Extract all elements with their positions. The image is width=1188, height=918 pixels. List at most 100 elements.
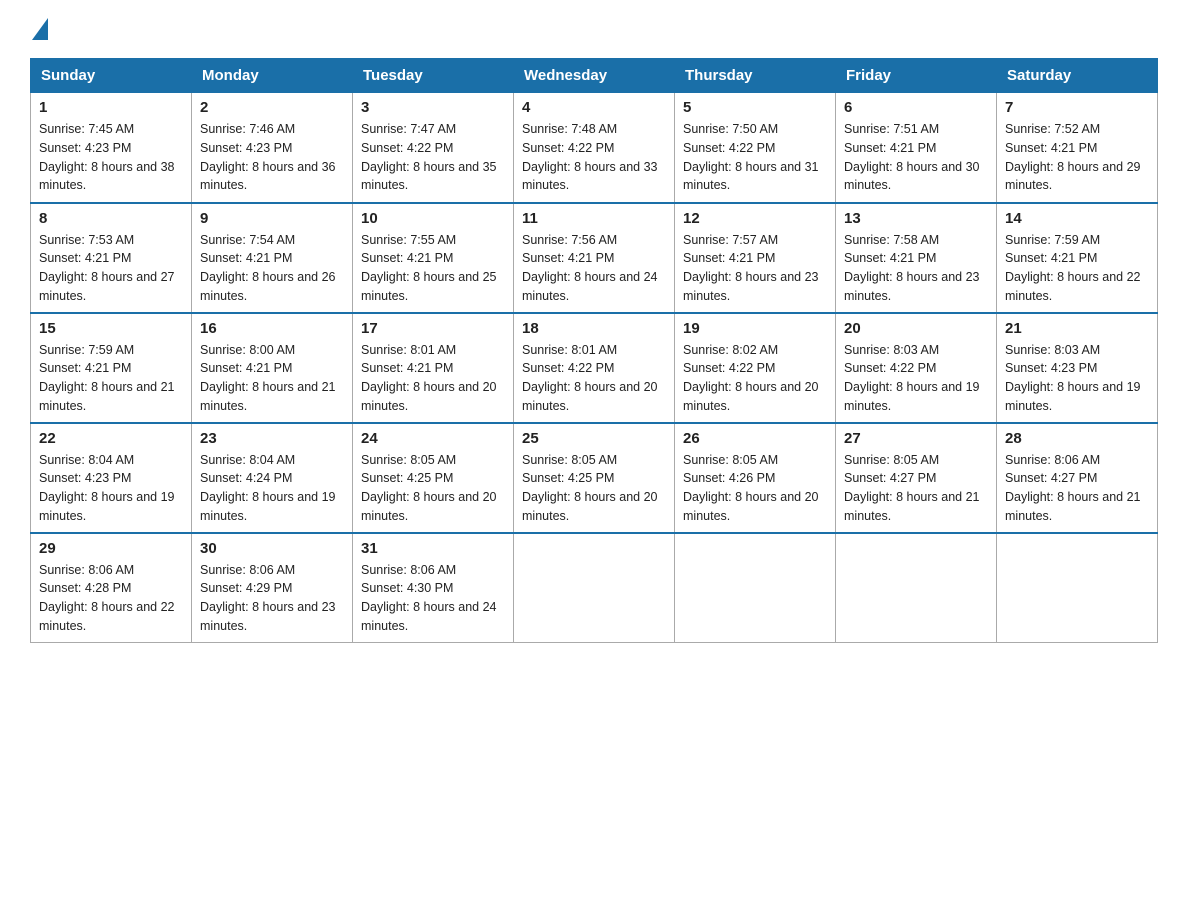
calendar-cell: 9 Sunrise: 7:54 AMSunset: 4:21 PMDayligh… [192,203,353,313]
day-number: 10 [361,210,505,227]
calendar-cell: 1 Sunrise: 7:45 AMSunset: 4:23 PMDayligh… [31,93,192,203]
day-info: Sunrise: 8:01 AMSunset: 4:22 PMDaylight:… [522,343,658,413]
calendar-cell: 12 Sunrise: 7:57 AMSunset: 4:21 PMDaylig… [675,203,836,313]
calendar-cell: 4 Sunrise: 7:48 AMSunset: 4:22 PMDayligh… [514,93,675,203]
calendar-week-row: 29 Sunrise: 8:06 AMSunset: 4:28 PMDaylig… [31,533,1158,643]
day-info: Sunrise: 7:53 AMSunset: 4:21 PMDaylight:… [39,233,175,303]
calendar-cell: 17 Sunrise: 8:01 AMSunset: 4:21 PMDaylig… [353,313,514,423]
day-number: 26 [683,430,827,447]
day-number: 23 [200,430,344,447]
calendar-cell: 28 Sunrise: 8:06 AMSunset: 4:27 PMDaylig… [997,423,1158,533]
day-info: Sunrise: 8:06 AMSunset: 4:28 PMDaylight:… [39,563,175,633]
day-number: 4 [522,99,666,116]
day-info: Sunrise: 7:58 AMSunset: 4:21 PMDaylight:… [844,233,980,303]
day-number: 12 [683,210,827,227]
day-info: Sunrise: 8:06 AMSunset: 4:29 PMDaylight:… [200,563,336,633]
calendar-week-row: 8 Sunrise: 7:53 AMSunset: 4:21 PMDayligh… [31,203,1158,313]
calendar-cell [836,533,997,643]
calendar-week-row: 15 Sunrise: 7:59 AMSunset: 4:21 PMDaylig… [31,313,1158,423]
day-number: 14 [1005,210,1149,227]
calendar-cell [997,533,1158,643]
day-number: 22 [39,430,183,447]
day-number: 3 [361,99,505,116]
day-number: 13 [844,210,988,227]
day-number: 17 [361,320,505,337]
day-info: Sunrise: 8:05 AMSunset: 4:25 PMDaylight:… [522,453,658,523]
day-number: 19 [683,320,827,337]
day-info: Sunrise: 8:03 AMSunset: 4:22 PMDaylight:… [844,343,980,413]
day-number: 7 [1005,99,1149,116]
calendar-cell: 10 Sunrise: 7:55 AMSunset: 4:21 PMDaylig… [353,203,514,313]
day-number: 18 [522,320,666,337]
day-info: Sunrise: 7:47 AMSunset: 4:22 PMDaylight:… [361,122,497,192]
calendar-cell: 31 Sunrise: 8:06 AMSunset: 4:30 PMDaylig… [353,533,514,643]
day-info: Sunrise: 8:01 AMSunset: 4:21 PMDaylight:… [361,343,497,413]
day-info: Sunrise: 8:03 AMSunset: 4:23 PMDaylight:… [1005,343,1141,413]
logo [30,20,48,38]
day-number: 9 [200,210,344,227]
page-header [30,20,1158,38]
day-number: 20 [844,320,988,337]
calendar-cell: 7 Sunrise: 7:52 AMSunset: 4:21 PMDayligh… [997,93,1158,203]
day-number: 25 [522,430,666,447]
day-info: Sunrise: 8:06 AMSunset: 4:27 PMDaylight:… [1005,453,1141,523]
day-info: Sunrise: 7:52 AMSunset: 4:21 PMDaylight:… [1005,122,1141,192]
logo-triangle-icon [32,18,48,40]
weekday-header-thursday: Thursday [675,59,836,93]
day-info: Sunrise: 8:02 AMSunset: 4:22 PMDaylight:… [683,343,819,413]
day-number: 2 [200,99,344,116]
weekday-header-row: SundayMondayTuesdayWednesdayThursdayFrid… [31,59,1158,93]
day-info: Sunrise: 8:00 AMSunset: 4:21 PMDaylight:… [200,343,336,413]
calendar-cell: 6 Sunrise: 7:51 AMSunset: 4:21 PMDayligh… [836,93,997,203]
calendar-cell: 29 Sunrise: 8:06 AMSunset: 4:28 PMDaylig… [31,533,192,643]
weekday-header-saturday: Saturday [997,59,1158,93]
day-number: 29 [39,540,183,557]
day-number: 1 [39,99,183,116]
day-info: Sunrise: 8:05 AMSunset: 4:26 PMDaylight:… [683,453,819,523]
calendar-cell: 26 Sunrise: 8:05 AMSunset: 4:26 PMDaylig… [675,423,836,533]
calendar-table: SundayMondayTuesdayWednesdayThursdayFrid… [30,58,1158,643]
day-number: 15 [39,320,183,337]
day-info: Sunrise: 7:45 AMSunset: 4:23 PMDaylight:… [39,122,175,192]
calendar-cell: 19 Sunrise: 8:02 AMSunset: 4:22 PMDaylig… [675,313,836,423]
day-number: 24 [361,430,505,447]
day-number: 11 [522,210,666,227]
calendar-cell: 18 Sunrise: 8:01 AMSunset: 4:22 PMDaylig… [514,313,675,423]
day-number: 8 [39,210,183,227]
calendar-cell: 15 Sunrise: 7:59 AMSunset: 4:21 PMDaylig… [31,313,192,423]
calendar-cell: 8 Sunrise: 7:53 AMSunset: 4:21 PMDayligh… [31,203,192,313]
day-info: Sunrise: 7:55 AMSunset: 4:21 PMDaylight:… [361,233,497,303]
day-info: Sunrise: 8:05 AMSunset: 4:27 PMDaylight:… [844,453,980,523]
weekday-header-monday: Monday [192,59,353,93]
weekday-header-tuesday: Tuesday [353,59,514,93]
day-info: Sunrise: 8:04 AMSunset: 4:23 PMDaylight:… [39,453,175,523]
calendar-cell: 3 Sunrise: 7:47 AMSunset: 4:22 PMDayligh… [353,93,514,203]
calendar-cell: 16 Sunrise: 8:00 AMSunset: 4:21 PMDaylig… [192,313,353,423]
weekday-header-sunday: Sunday [31,59,192,93]
day-info: Sunrise: 8:04 AMSunset: 4:24 PMDaylight:… [200,453,336,523]
day-info: Sunrise: 8:05 AMSunset: 4:25 PMDaylight:… [361,453,497,523]
calendar-week-row: 22 Sunrise: 8:04 AMSunset: 4:23 PMDaylig… [31,423,1158,533]
day-info: Sunrise: 7:48 AMSunset: 4:22 PMDaylight:… [522,122,658,192]
calendar-cell: 22 Sunrise: 8:04 AMSunset: 4:23 PMDaylig… [31,423,192,533]
day-number: 5 [683,99,827,116]
calendar-cell: 5 Sunrise: 7:50 AMSunset: 4:22 PMDayligh… [675,93,836,203]
day-number: 21 [1005,320,1149,337]
calendar-cell: 13 Sunrise: 7:58 AMSunset: 4:21 PMDaylig… [836,203,997,313]
calendar-cell: 23 Sunrise: 8:04 AMSunset: 4:24 PMDaylig… [192,423,353,533]
calendar-cell: 27 Sunrise: 8:05 AMSunset: 4:27 PMDaylig… [836,423,997,533]
day-info: Sunrise: 7:54 AMSunset: 4:21 PMDaylight:… [200,233,336,303]
calendar-cell: 25 Sunrise: 8:05 AMSunset: 4:25 PMDaylig… [514,423,675,533]
day-info: Sunrise: 7:46 AMSunset: 4:23 PMDaylight:… [200,122,336,192]
calendar-cell: 21 Sunrise: 8:03 AMSunset: 4:23 PMDaylig… [997,313,1158,423]
day-number: 31 [361,540,505,557]
day-number: 28 [1005,430,1149,447]
weekday-header-wednesday: Wednesday [514,59,675,93]
calendar-cell: 30 Sunrise: 8:06 AMSunset: 4:29 PMDaylig… [192,533,353,643]
day-info: Sunrise: 7:56 AMSunset: 4:21 PMDaylight:… [522,233,658,303]
day-info: Sunrise: 7:57 AMSunset: 4:21 PMDaylight:… [683,233,819,303]
day-info: Sunrise: 8:06 AMSunset: 4:30 PMDaylight:… [361,563,497,633]
calendar-cell: 14 Sunrise: 7:59 AMSunset: 4:21 PMDaylig… [997,203,1158,313]
calendar-cell: 2 Sunrise: 7:46 AMSunset: 4:23 PMDayligh… [192,93,353,203]
day-info: Sunrise: 7:59 AMSunset: 4:21 PMDaylight:… [1005,233,1141,303]
